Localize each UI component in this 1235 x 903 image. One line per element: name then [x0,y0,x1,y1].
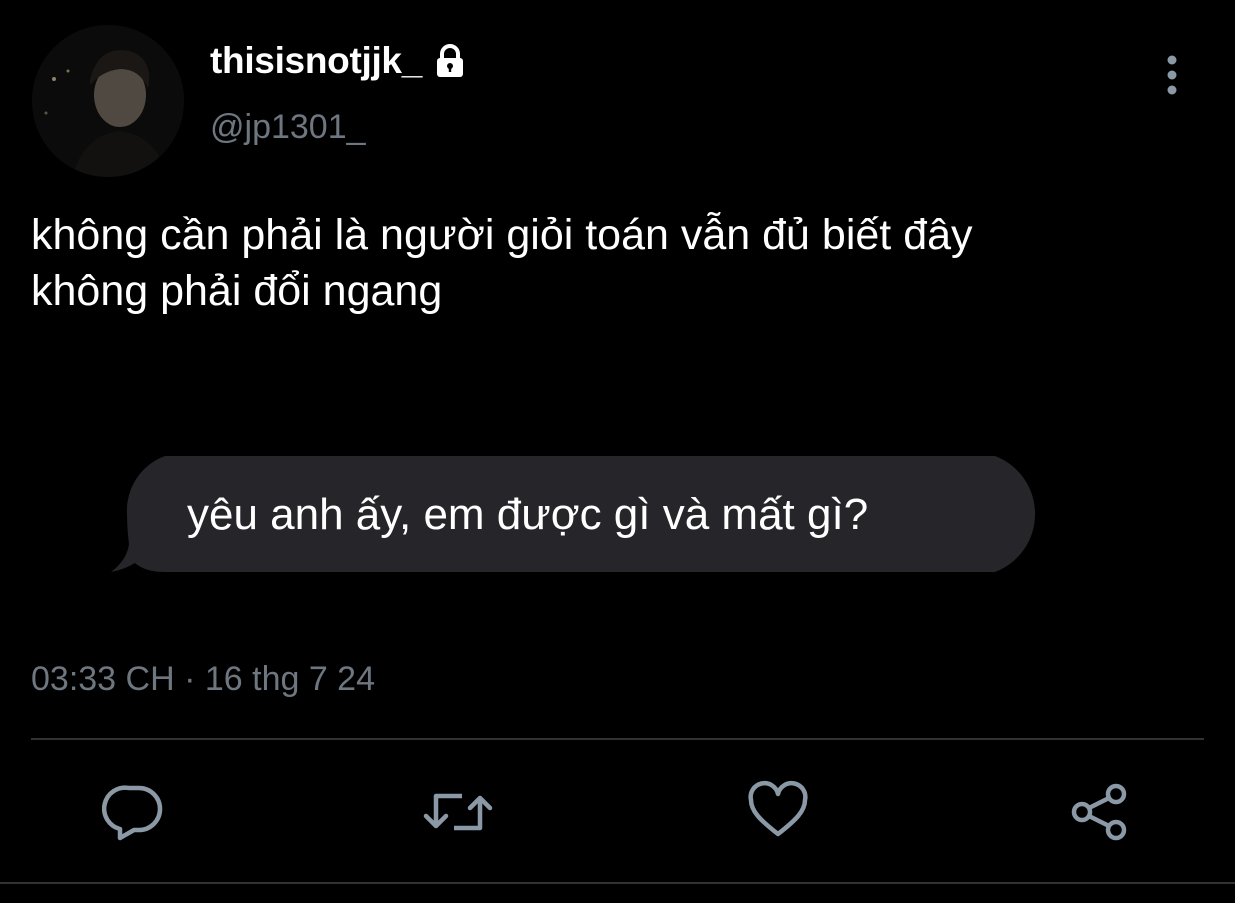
reply-button[interactable] [102,780,166,844]
avatar-photo [32,25,184,177]
tweet-text-line: không phải đổi ngang [31,267,443,315]
divider [0,882,1235,884]
heart-icon [748,780,808,837]
display-name[interactable]: thisisnotjjk_ [210,40,422,82]
tweet-timestamp[interactable]: 03:33 CH · 16 thg 7 24 [31,660,375,699]
display-name-row[interactable]: thisisnotjjk_ [210,40,468,82]
user-handle[interactable]: @jp1301_ [210,108,366,147]
reply-icon [102,785,163,841]
tweet-text-line: không cần phải là người giỏi toán vẫn đủ… [31,211,973,259]
avatar[interactable] [32,25,184,177]
share-button[interactable] [1068,780,1132,844]
retweet-button[interactable] [422,780,493,844]
more-options-icon[interactable] [1158,52,1186,98]
share-icon [1071,783,1127,841]
lock-icon [432,43,468,79]
retweet-icon [423,793,493,831]
like-button[interactable] [746,780,810,844]
tweet-text: không cần phải là người giỏi toán vẫn đủ… [31,207,1191,319]
chat-bubble-text: yêu anh ấy, em được gì và mất gì? [187,490,869,539]
divider [31,738,1204,740]
tweet-media-image[interactable]: yêu anh ấy, em được gì và mất gì? [105,448,1065,588]
